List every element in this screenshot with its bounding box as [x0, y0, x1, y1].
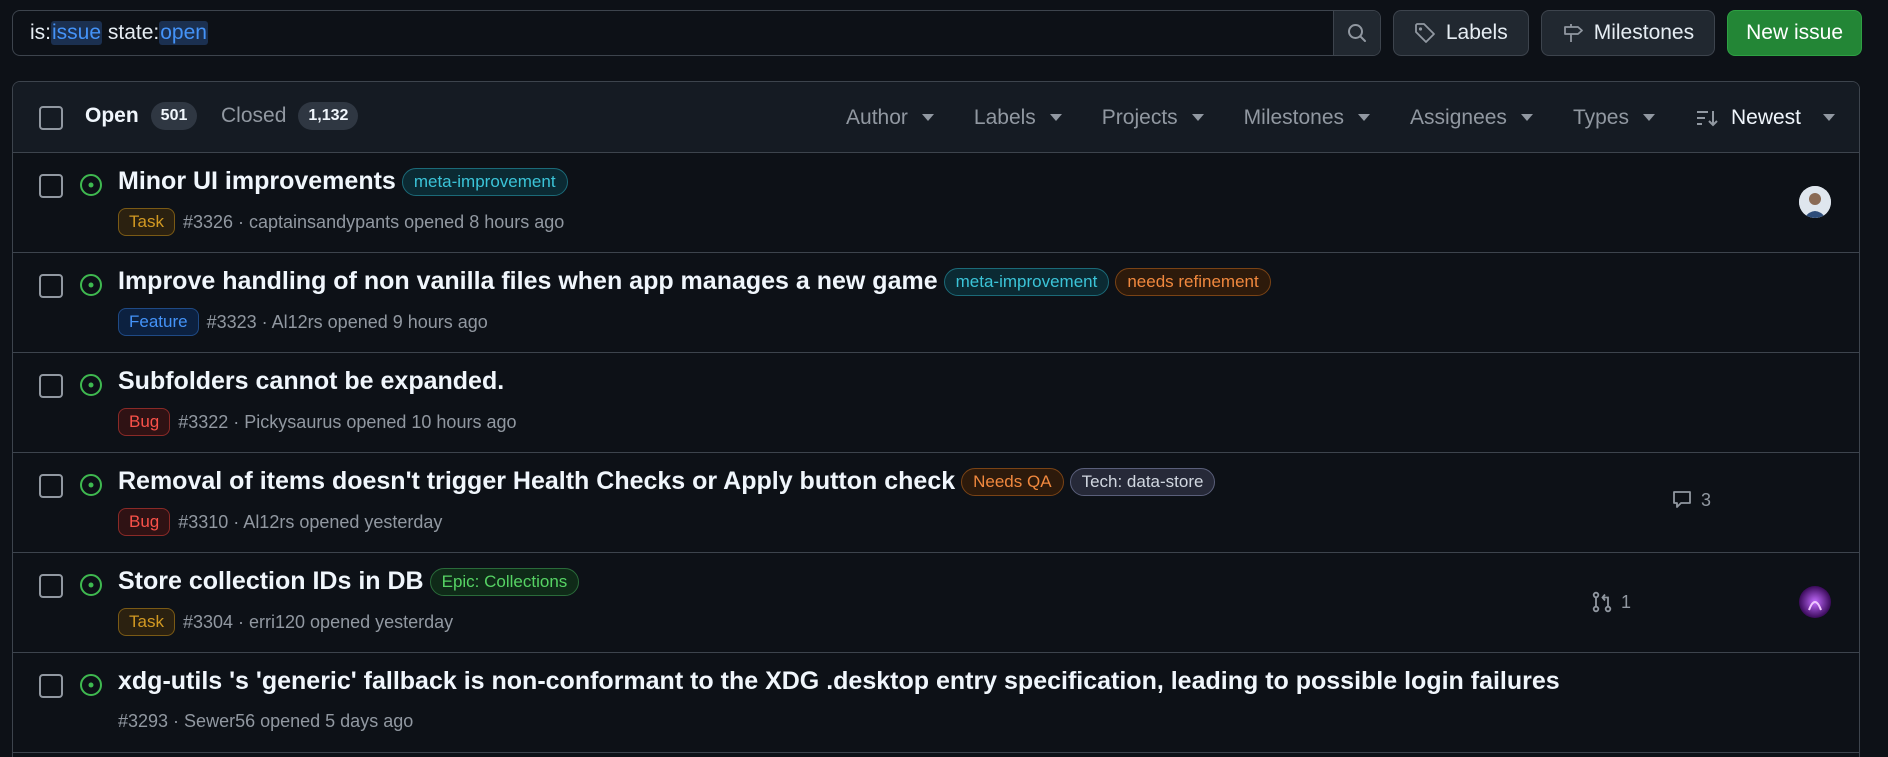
comment-icon: [1673, 491, 1691, 508]
label-epic-collections[interactable]: Epic: Collections: [429, 567, 580, 596]
issue-title[interactable]: Improve handling of non vanilla files wh…: [118, 267, 938, 296]
issue-checkbox[interactable]: [39, 274, 63, 298]
issue-opened-icon: [80, 574, 102, 596]
issue-meta: #3326 · captainsandypants opened 8 hours…: [182, 211, 565, 232]
issue-meta: #3310 · Al12rs opened yesterday: [178, 511, 443, 532]
chevron-down-icon: [1520, 114, 1533, 121]
open-tab[interactable]: Open 501: [85, 102, 198, 130]
labels-filter[interactable]: Labels: [974, 106, 1062, 130]
type-badge-feature: Feature: [118, 308, 199, 336]
sort-dropdown-label: Newest: [1730, 105, 1801, 129]
search-box[interactable]: is: issue state: open: [12, 10, 1381, 56]
comments-count-value: 3: [1700, 489, 1711, 510]
issue-meta: #3323 · Al12rs opened 9 hours ago: [206, 311, 488, 332]
search-prefix-is: is:: [30, 21, 51, 44]
new-issue-button[interactable]: New issue: [1727, 10, 1862, 56]
chevron-down-icon: [1191, 114, 1204, 121]
issue-checkbox[interactable]: [39, 374, 63, 398]
issue-row[interactable]: Removal of items doesn't trigger Health …: [13, 453, 1859, 553]
type-badge-bug: Bug: [118, 408, 171, 436]
label-tech-data-store[interactable]: Tech: data-store: [1069, 467, 1216, 496]
issue-row[interactable]: Minor UI improvements meta-improvement T…: [13, 153, 1859, 253]
pull-request-icon: [1592, 591, 1612, 613]
issue-meta: #3293 · Sewer56 opened 5 days ago: [118, 711, 414, 731]
search-icon: [1347, 24, 1366, 42]
issue-checkbox[interactable]: [39, 674, 63, 698]
projects-filter-label: Projects: [1101, 105, 1178, 129]
assignee-avatar[interactable]: [1799, 586, 1831, 618]
issue-title[interactable]: Subfolders cannot be expanded.: [118, 367, 504, 396]
issue-opened-icon: [80, 474, 102, 496]
search-input[interactable]: is: issue state: open: [13, 11, 1333, 55]
milestones-button-label: Milestones: [1593, 21, 1695, 44]
issue-meta: #3304 · erri120 opened yesterday: [182, 611, 454, 632]
sort-icon: [1696, 110, 1718, 126]
closed-tab-label: Closed: [221, 104, 287, 127]
search-token-issue: issue: [51, 21, 103, 45]
chevron-down-icon: [921, 114, 934, 121]
issue-opened-icon: [80, 374, 102, 396]
closed-count-badge: 1,132: [298, 102, 359, 130]
issue-row[interactable]: Improve handling of non vanilla files wh…: [13, 253, 1859, 353]
issue-row[interactable]: xdg-utils 's 'generic' fallback is non-c…: [13, 653, 1859, 753]
types-filter-label: Types: [1572, 105, 1629, 129]
projects-filter[interactable]: Projects: [1102, 106, 1204, 130]
milestones-filter-label: Milestones: [1243, 105, 1345, 129]
open-tab-label: Open: [85, 104, 139, 127]
search-button[interactable]: [1332, 11, 1380, 55]
issue-title[interactable]: Minor UI improvements: [118, 167, 396, 196]
tag-icon: [1414, 23, 1435, 43]
issue-title[interactable]: Removal of items doesn't trigger Health …: [118, 467, 955, 496]
search-token-open: open: [159, 21, 208, 45]
issues-header: Open 501 Closed 1,132 Author Labels Proj…: [13, 82, 1859, 153]
labels-button[interactable]: Labels: [1392, 10, 1529, 56]
issue-title[interactable]: xdg-utils 's 'generic' fallback is non-c…: [118, 667, 1560, 696]
closed-tab[interactable]: Closed 1,132: [221, 102, 359, 130]
type-badge-task: Task: [118, 608, 175, 636]
open-count-badge: 501: [150, 102, 198, 130]
issue-checkbox[interactable]: [39, 474, 63, 498]
issue-row[interactable]: Subfolders cannot be expanded. Bug #3322…: [13, 353, 1859, 453]
select-all-checkbox[interactable]: [39, 106, 63, 130]
chevron-down-icon: [1642, 114, 1655, 121]
linked-prs-count[interactable]: 1: [1591, 591, 1631, 613]
chevron-down-icon: [1358, 114, 1371, 121]
sort-dropdown[interactable]: Newest: [1695, 106, 1835, 130]
labels-filter-label: Labels: [973, 105, 1036, 129]
milestone-icon: [1563, 24, 1583, 42]
label-meta-improvement[interactable]: meta-improvement: [943, 267, 1110, 296]
labels-button-label: Labels: [1445, 21, 1508, 44]
issue-checkbox[interactable]: [39, 574, 63, 598]
chevron-down-icon: [1823, 114, 1835, 121]
assignee-avatar[interactable]: [1799, 186, 1831, 218]
issue-meta: #3322 · Pickysaurus opened 10 hours ago: [178, 411, 517, 432]
issue-title[interactable]: Store collection IDs in DB: [118, 567, 424, 596]
linked-prs-count-value: 1: [1620, 591, 1631, 612]
search-prefix-state: state:: [102, 21, 160, 44]
type-badge-task: Task: [118, 208, 175, 236]
issue-row[interactable]: Store collection IDs in DB Epic: Collect…: [13, 553, 1859, 653]
issue-opened-icon: [80, 674, 102, 696]
issue-opened-icon: [80, 174, 102, 196]
label-meta-improvement[interactable]: meta-improvement: [401, 167, 568, 196]
type-badge-bug: Bug: [118, 508, 171, 536]
assignees-filter-label: Assignees: [1410, 105, 1507, 129]
author-filter[interactable]: Author: [846, 106, 934, 130]
milestones-filter[interactable]: Milestones: [1243, 105, 1371, 130]
new-issue-button-label: New issue: [1746, 21, 1843, 44]
assignees-filter[interactable]: Assignees: [1410, 106, 1533, 130]
issue-checkbox[interactable]: [39, 174, 63, 198]
issue-opened-icon: [80, 274, 102, 296]
issues-panel: Open 501 Closed 1,132 Author Labels Proj…: [12, 81, 1860, 757]
types-filter[interactable]: Types: [1573, 106, 1655, 130]
label-needs-refinement[interactable]: needs refinement: [1115, 267, 1271, 296]
comments-count[interactable]: 3: [1671, 489, 1711, 511]
chevron-down-icon: [1049, 114, 1062, 121]
top-bar: is: issue state: open Labels Milestones Ne…: [12, 10, 1862, 56]
author-filter-label: Author: [846, 105, 908, 129]
label-needs-qa[interactable]: Needs QA: [961, 467, 1064, 496]
filter-bar: Author Labels Projects Milestones Assign…: [806, 82, 1835, 153]
milestones-button[interactable]: Milestones: [1540, 10, 1716, 56]
